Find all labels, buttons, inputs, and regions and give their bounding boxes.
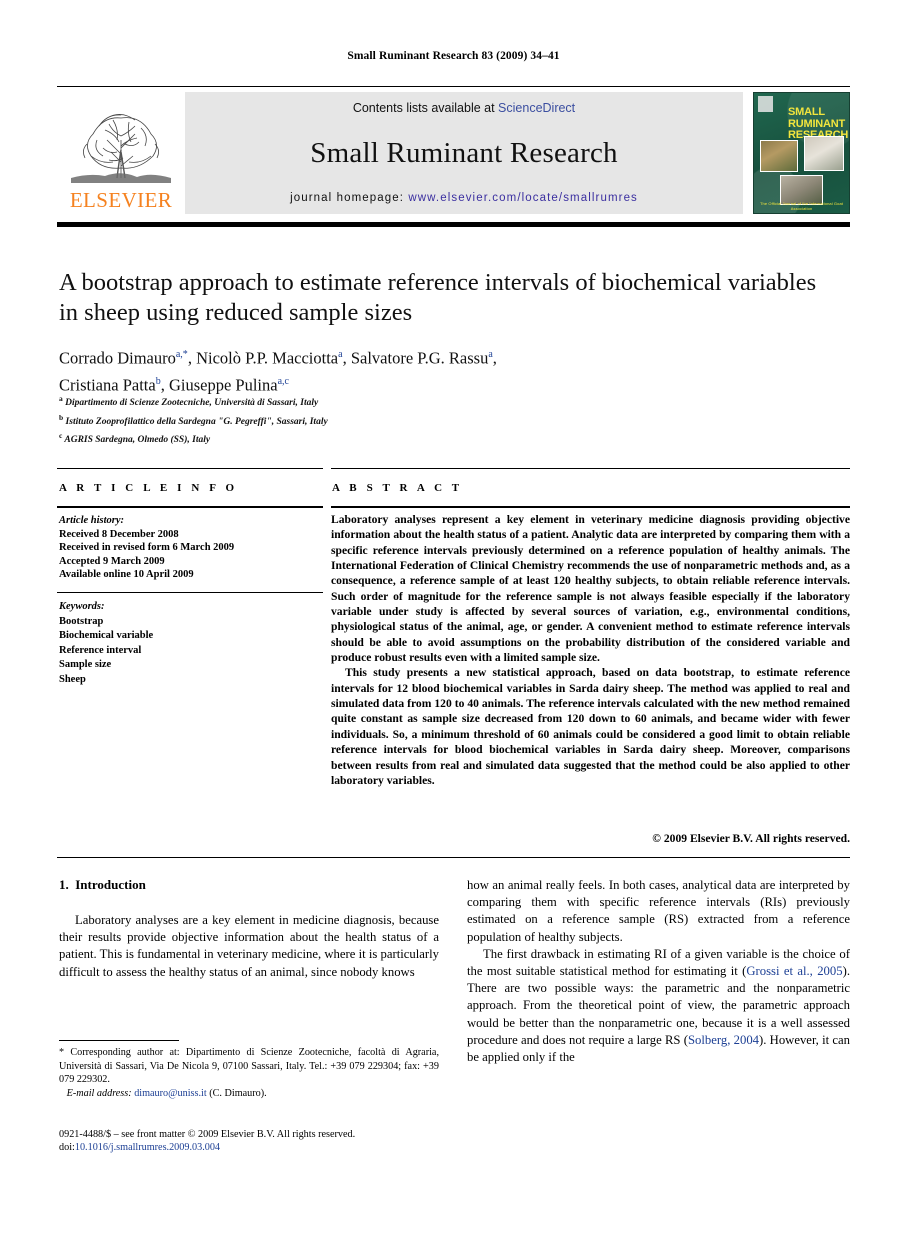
homepage-label: journal homepage: (290, 192, 409, 204)
article-history: Article history: Received 8 December 200… (59, 514, 323, 582)
body-paragraph: The first drawback in estimating RI of a… (467, 946, 850, 1066)
section-heading-introduction: 1. Introduction (59, 877, 146, 893)
doi-label: doi: (59, 1142, 75, 1154)
article-info-heading: A R T I C L E I N F O (59, 482, 238, 494)
sciencedirect-link[interactable]: ScienceDirect (498, 101, 575, 115)
journal-homepage-line: journal homepage: www.elsevier.com/locat… (290, 192, 638, 204)
keyword-item: Reference interval (59, 644, 142, 656)
abstract-heading: A B S T R A C T (332, 482, 463, 494)
footnote-rule (59, 1040, 179, 1041)
elsevier-tree-icon (63, 100, 179, 189)
journal-article-page: Small Ruminant Research 83 (2009) 34–41 (0, 0, 907, 1238)
section-number: 1. (59, 877, 69, 892)
contents-prefix-text: Contents lists available at (352, 101, 499, 115)
body-paragraph: how an animal really feels. In both case… (467, 878, 850, 944)
info-heading-rule (57, 506, 323, 508)
citation-link-solberg[interactable]: Solberg, 2004 (688, 1033, 759, 1047)
cover-photo-goat (760, 140, 798, 172)
author-3: , Salvatore P.G. Rassu (342, 348, 489, 368)
affiliation-item: c AGRIS Sardegna, Olmedo (SS), Italy (59, 429, 819, 448)
abstract-bottom-rule (57, 857, 850, 858)
issn-line: 0921-4488/$ – see front matter © 2009 El… (59, 1129, 356, 1140)
affiliation-item: a Dipartimento di Scienze Zootecniche, U… (59, 392, 819, 411)
body-paragraph: Laboratory analyses are a key element in… (59, 913, 439, 979)
abstract-paragraph: This study presents a new statistical ap… (331, 666, 850, 787)
keyword-item: Bootstrap (59, 615, 104, 627)
affiliation-text: Dipartimento di Scienze Zootecniche, Uni… (65, 398, 319, 409)
elsevier-logo: ELSEVIER (57, 92, 185, 214)
affiliation-mark: c (59, 431, 63, 441)
running-head: Small Ruminant Research 83 (2009) 34–41 (347, 50, 560, 62)
author-line-1-end: , (492, 348, 497, 368)
doi-line: doi:10.1016/j.smallrumres.2009.03.004 (59, 1141, 459, 1154)
masthead-bottom-rule (57, 222, 850, 227)
email-owner: (C. Dimauro). (209, 1087, 267, 1099)
author-1: Corrado Dimauro (59, 348, 176, 368)
section-title: Introduction (75, 877, 146, 892)
abstract-body: Laboratory analyses represent a key elem… (331, 512, 850, 788)
author-5-marks[interactable]: a,c (278, 376, 289, 387)
abstract-copyright: © 2009 Elsevier B.V. All rights reserved… (652, 832, 850, 845)
author-1-marks[interactable]: a,* (176, 349, 188, 360)
history-keywords-divider (57, 592, 323, 593)
header-rule (57, 86, 850, 87)
keywords-label: Keywords: (59, 601, 105, 612)
history-item: Received 8 December 2008 (59, 528, 179, 540)
email-link[interactable]: dimauro@uniss.it (134, 1088, 207, 1099)
contents-box: Contents lists available at ScienceDirec… (185, 92, 743, 214)
abstract-column-top-rule (331, 468, 850, 469)
cover-footer-text: The Official Journal of the Internationa… (759, 201, 843, 211)
affiliation-mark: a (59, 394, 63, 403)
citation-link-grossi[interactable]: Grossi et al., 2005 (746, 964, 842, 978)
author-2: , Nicolò P.P. Macciotta (187, 348, 339, 368)
email-label: E-mail address: (66, 1087, 132, 1099)
keyword-list: Keywords: Bootstrap Biochemical variable… (59, 600, 323, 688)
article-history-label: Article history: (59, 515, 125, 526)
affiliation-mark: b (59, 412, 64, 422)
footnote-block: * Corresponding author at: Dipartimento … (59, 1046, 439, 1100)
history-item: Received in revised form 6 March 2009 (59, 542, 235, 554)
affiliation-text: AGRIS Sardegna, Olmedo (SS), Italy (64, 435, 211, 446)
corresponding-author-note: * Corresponding author at: Dipartimento … (59, 1047, 439, 1086)
affiliation-item: b Istituto Zooprofilattico della Sardegn… (59, 411, 819, 430)
history-item: Available online 10 April 2009 (59, 569, 194, 581)
journal-title: Small Ruminant Research (310, 137, 618, 169)
journal-masthead: ELSEVIER Contents lists available at Sci… (57, 92, 850, 214)
keyword-item: Sheep (59, 673, 86, 685)
author-list: Corrado Dimauroa,*, Nicolò P.P. Macciott… (59, 343, 819, 396)
issn-footer: 0921-4488/$ – see front matter © 2009 El… (59, 1128, 459, 1155)
journal-cover-thumbnail: SMALL RUMINANT RESEARCH The Official Jou… (753, 92, 850, 214)
cover-title-line-1: SMALL (788, 106, 825, 118)
info-column-top-rule (57, 468, 323, 469)
elsevier-wordmark: ELSEVIER (69, 188, 173, 212)
doi-link[interactable]: 10.1016/j.smallrumres.2009.03.004 (75, 1142, 220, 1153)
keyword-item: Biochemical variable (59, 630, 154, 642)
body-column-right: how an animal really feels. In both case… (467, 877, 850, 1066)
journal-homepage-link[interactable]: www.elsevier.com/locate/smallrumres (408, 192, 638, 204)
abstract-paragraph: Laboratory analyses represent a key elem… (331, 513, 850, 665)
affiliation-list: a Dipartimento di Scienze Zootecniche, U… (59, 392, 819, 448)
affiliation-text: Istituto Zooprofilattico della Sardegna … (65, 416, 328, 427)
body-column-left: Laboratory analyses are a key element in… (59, 912, 439, 981)
abstract-heading-rule (331, 506, 850, 508)
cover-photo-sheep (804, 136, 844, 171)
contents-available-line: Contents lists available at ScienceDirec… (353, 101, 575, 115)
keyword-item: Sample size (59, 659, 112, 671)
page-title: A bootstrap approach to estimate referen… (59, 269, 817, 326)
cover-association-badge-icon (758, 96, 773, 112)
history-item: Accepted 9 March 2009 (59, 555, 165, 567)
